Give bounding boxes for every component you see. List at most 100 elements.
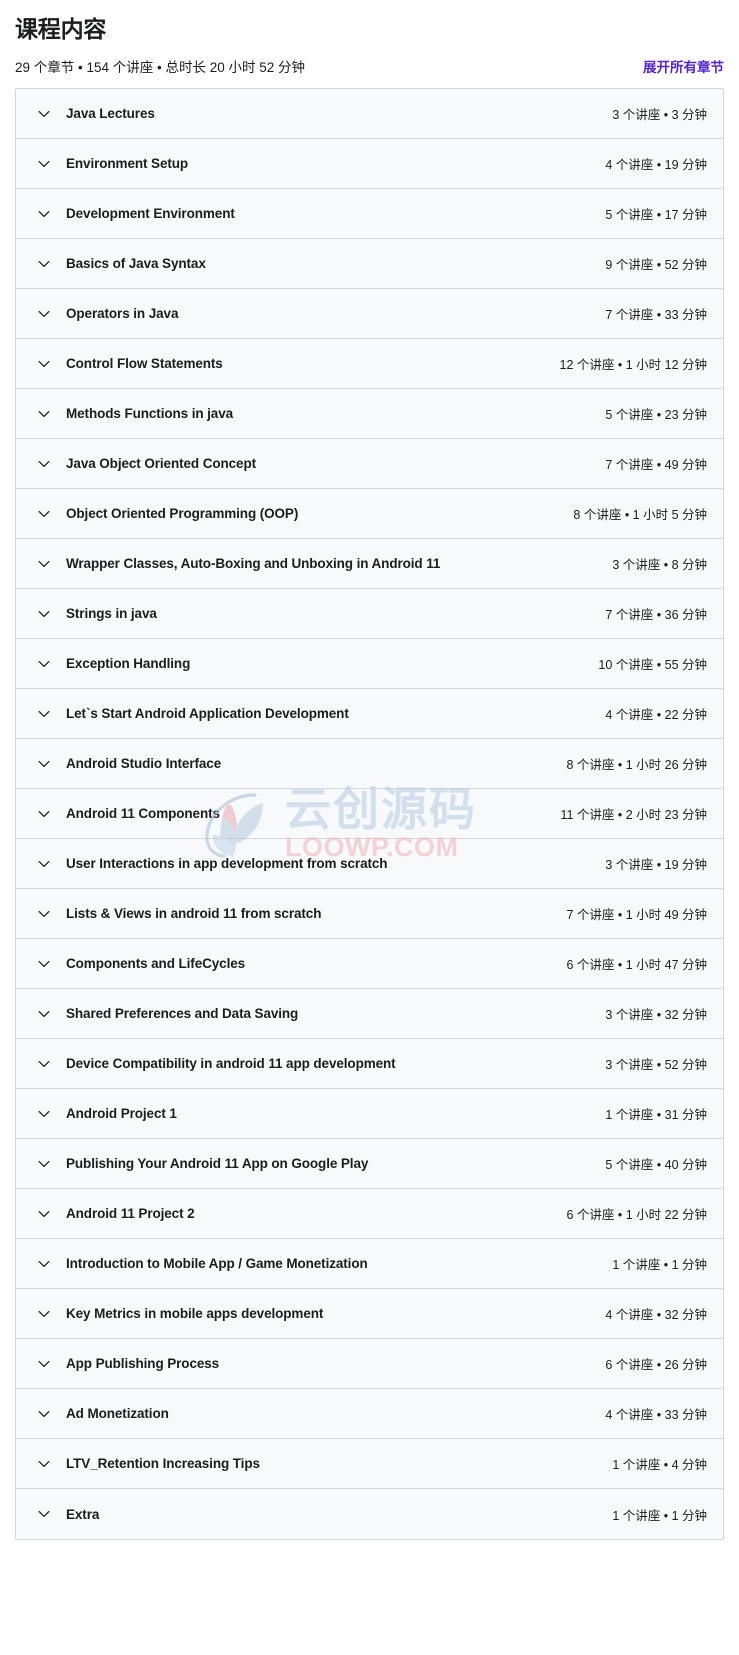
section-row[interactable]: Device Compatibility in android 11 app d… [16,1039,723,1089]
section-meta: 4 个讲座 • 32 分钟 [605,1308,707,1322]
section-row[interactable]: Android 11 Project 2 6 个讲座 • 1 小时 22 分钟 [16,1189,723,1239]
chevron-down-icon[interactable] [36,956,52,972]
section-row[interactable]: Exception Handling 10 个讲座 • 55 分钟 [16,639,723,689]
chevron-down-icon[interactable] [36,606,52,622]
section-meta: 7 个讲座 • 36 分钟 [605,608,707,622]
section-row[interactable]: Basics of Java Syntax 9 个讲座 • 52 分钟 [16,239,723,289]
section-row[interactable]: Lists & Views in android 11 from scratch… [16,889,723,939]
section-meta: 1 个讲座 • 1 分钟 [612,1508,707,1523]
section-title: Android 11 Components [66,806,220,821]
section-title: Methods Functions in java [66,406,234,421]
section-title: Device Compatibility in android 11 app d… [66,1056,396,1071]
section-row[interactable]: Ad Monetization 4 个讲座 • 33 分钟 [16,1389,723,1439]
section-row[interactable]: Introduction to Mobile App / Game Moneti… [16,1239,723,1289]
section-row[interactable]: Shared Preferences and Data Saving 3 个讲座 … [16,989,723,1039]
expand-all-sections-link[interactable]: 展开所有章节 [643,58,724,78]
section-row[interactable]: Android Project 1 1 个讲座 • 31 分钟 [16,1089,723,1139]
page-title: 课程内容 [15,16,107,42]
section-title: Ad Monetization [66,1406,169,1421]
section-row[interactable]: Android Studio Interface 8 个讲座 • 1 小时 26 … [16,739,723,789]
chevron-down-icon[interactable] [36,106,52,122]
chevron-down-icon[interactable] [36,1156,52,1172]
chevron-down-icon[interactable] [36,1056,52,1072]
section-meta: 3 个讲座 • 52 分钟 [605,1058,707,1072]
section-title: Wrapper Classes, Auto-Boxing and Unboxin… [66,556,441,571]
section-title: Shared Preferences and Data Saving [66,1006,299,1021]
section-meta: 8 个讲座 • 1 小时 5 分钟 [573,508,707,522]
chevron-down-icon[interactable] [36,1356,52,1372]
section-meta: 9 个讲座 • 52 分钟 [605,258,707,272]
chevron-down-icon[interactable] [36,356,52,372]
section-row[interactable]: Java Object Oriented Concept 7 个讲座 • 49 分… [16,439,723,489]
section-row[interactable]: Key Metrics in mobile apps development 4 … [16,1289,723,1339]
section-row[interactable]: Android 11 Components 11 个讲座 • 2 小时 23 分钟 [16,789,723,839]
chevron-down-icon[interactable] [36,756,52,772]
section-title: Publishing Your Android 11 App on Google… [66,1156,369,1171]
chevron-down-icon[interactable] [36,1006,52,1022]
chevron-down-icon[interactable] [36,256,52,272]
section-meta: 4 个讲座 • 22 分钟 [605,708,707,722]
chevron-down-icon[interactable] [36,1456,52,1472]
chevron-down-icon[interactable] [36,1406,52,1422]
section-row[interactable]: Extra 1 个讲座 • 1 分钟 [16,1489,723,1539]
course-summary-text: 29 个章节 • 154 个讲座 • 总时长 20 小时 52 分钟 [15,60,306,75]
chevron-down-icon[interactable] [36,806,52,822]
chevron-down-icon[interactable] [36,556,52,572]
chevron-down-icon[interactable] [36,456,52,472]
section-meta: 7 个讲座 • 49 分钟 [605,458,707,472]
section-meta: 3 个讲座 • 19 分钟 [605,858,707,872]
section-title: Control Flow Statements [66,356,223,371]
chevron-down-icon[interactable] [36,1506,52,1522]
section-meta: 6 个讲座 • 1 小时 22 分钟 [566,1208,707,1222]
chevron-down-icon[interactable] [36,206,52,222]
section-meta: 1 个讲座 • 31 分钟 [605,1108,707,1122]
section-row[interactable]: Operators in Java 7 个讲座 • 33 分钟 [16,289,723,339]
chevron-down-icon[interactable] [36,406,52,422]
section-meta: 6 个讲座 • 26 分钟 [605,1358,707,1372]
section-title: Components and LifeCycles [66,956,246,971]
section-row[interactable]: App Publishing Process 6 个讲座 • 26 分钟 [16,1339,723,1389]
section-row[interactable]: Java Lectures 3 个讲座 • 3 分钟 [16,89,723,139]
section-row[interactable]: LTV_Retention Increasing Tips 1 个讲座 • 4 分… [16,1439,723,1489]
section-meta: 3 个讲座 • 8 分钟 [612,558,707,572]
chevron-down-icon[interactable] [36,1306,52,1322]
chevron-down-icon[interactable] [36,906,52,922]
chevron-down-icon[interactable] [36,706,52,722]
section-title: Let`s Start Android Application Developm… [66,706,349,721]
section-meta: 12 个讲座 • 1 小时 12 分钟 [559,358,707,372]
section-row[interactable]: Methods Functions in java 5 个讲座 • 23 分钟 [16,389,723,439]
section-meta: 1 个讲座 • 1 分钟 [612,1258,707,1272]
section-row[interactable]: Control Flow Statements 12 个讲座 • 1 小时 12 … [16,339,723,389]
chevron-down-icon[interactable] [36,306,52,322]
section-title: Environment Setup [66,156,189,171]
chevron-down-icon[interactable] [36,156,52,172]
section-row[interactable]: Strings in java 7 个讲座 • 36 分钟 [16,589,723,639]
section-meta: 10 个讲座 • 55 分钟 [598,658,707,672]
section-meta: 4 个讲座 • 33 分钟 [605,1408,707,1422]
section-meta: 5 个讲座 • 40 分钟 [605,1158,707,1172]
chevron-down-icon[interactable] [36,656,52,672]
section-row[interactable]: Environment Setup 4 个讲座 • 19 分钟 [16,139,723,189]
section-title: LTV_Retention Increasing Tips [66,1456,260,1471]
section-meta: 3 个讲座 • 32 分钟 [605,1008,707,1022]
section-title: Extra [66,1506,100,1522]
section-title: Java Lectures [66,106,155,121]
section-meta: 5 个讲座 • 17 分钟 [605,208,707,222]
chevron-down-icon[interactable] [36,506,52,522]
section-title: Lists & Views in android 11 from scratch [66,906,322,921]
section-row[interactable]: Components and LifeCycles 6 个讲座 • 1 小时 47… [16,939,723,989]
chevron-down-icon[interactable] [36,1206,52,1222]
section-row[interactable]: Wrapper Classes, Auto-Boxing and Unboxin… [16,539,723,589]
section-row[interactable]: User Interactions in app development fro… [16,839,723,889]
section-title: User Interactions in app development fro… [66,856,388,871]
chevron-down-icon[interactable] [36,1256,52,1272]
section-title: Android 11 Project 2 [66,1206,195,1221]
section-row[interactable]: Let`s Start Android Application Developm… [16,689,723,739]
section-meta: 6 个讲座 • 1 小时 47 分钟 [566,958,707,972]
section-row[interactable]: Object Oriented Programming (OOP) 8 个讲座 •… [16,489,723,539]
section-row[interactable]: Publishing Your Android 11 App on Google… [16,1139,723,1189]
chevron-down-icon[interactable] [36,856,52,872]
section-row[interactable]: Development Environment 5 个讲座 • 17 分钟 [16,189,723,239]
chevron-down-icon[interactable] [36,1106,52,1122]
section-title: Exception Handling [66,656,191,671]
